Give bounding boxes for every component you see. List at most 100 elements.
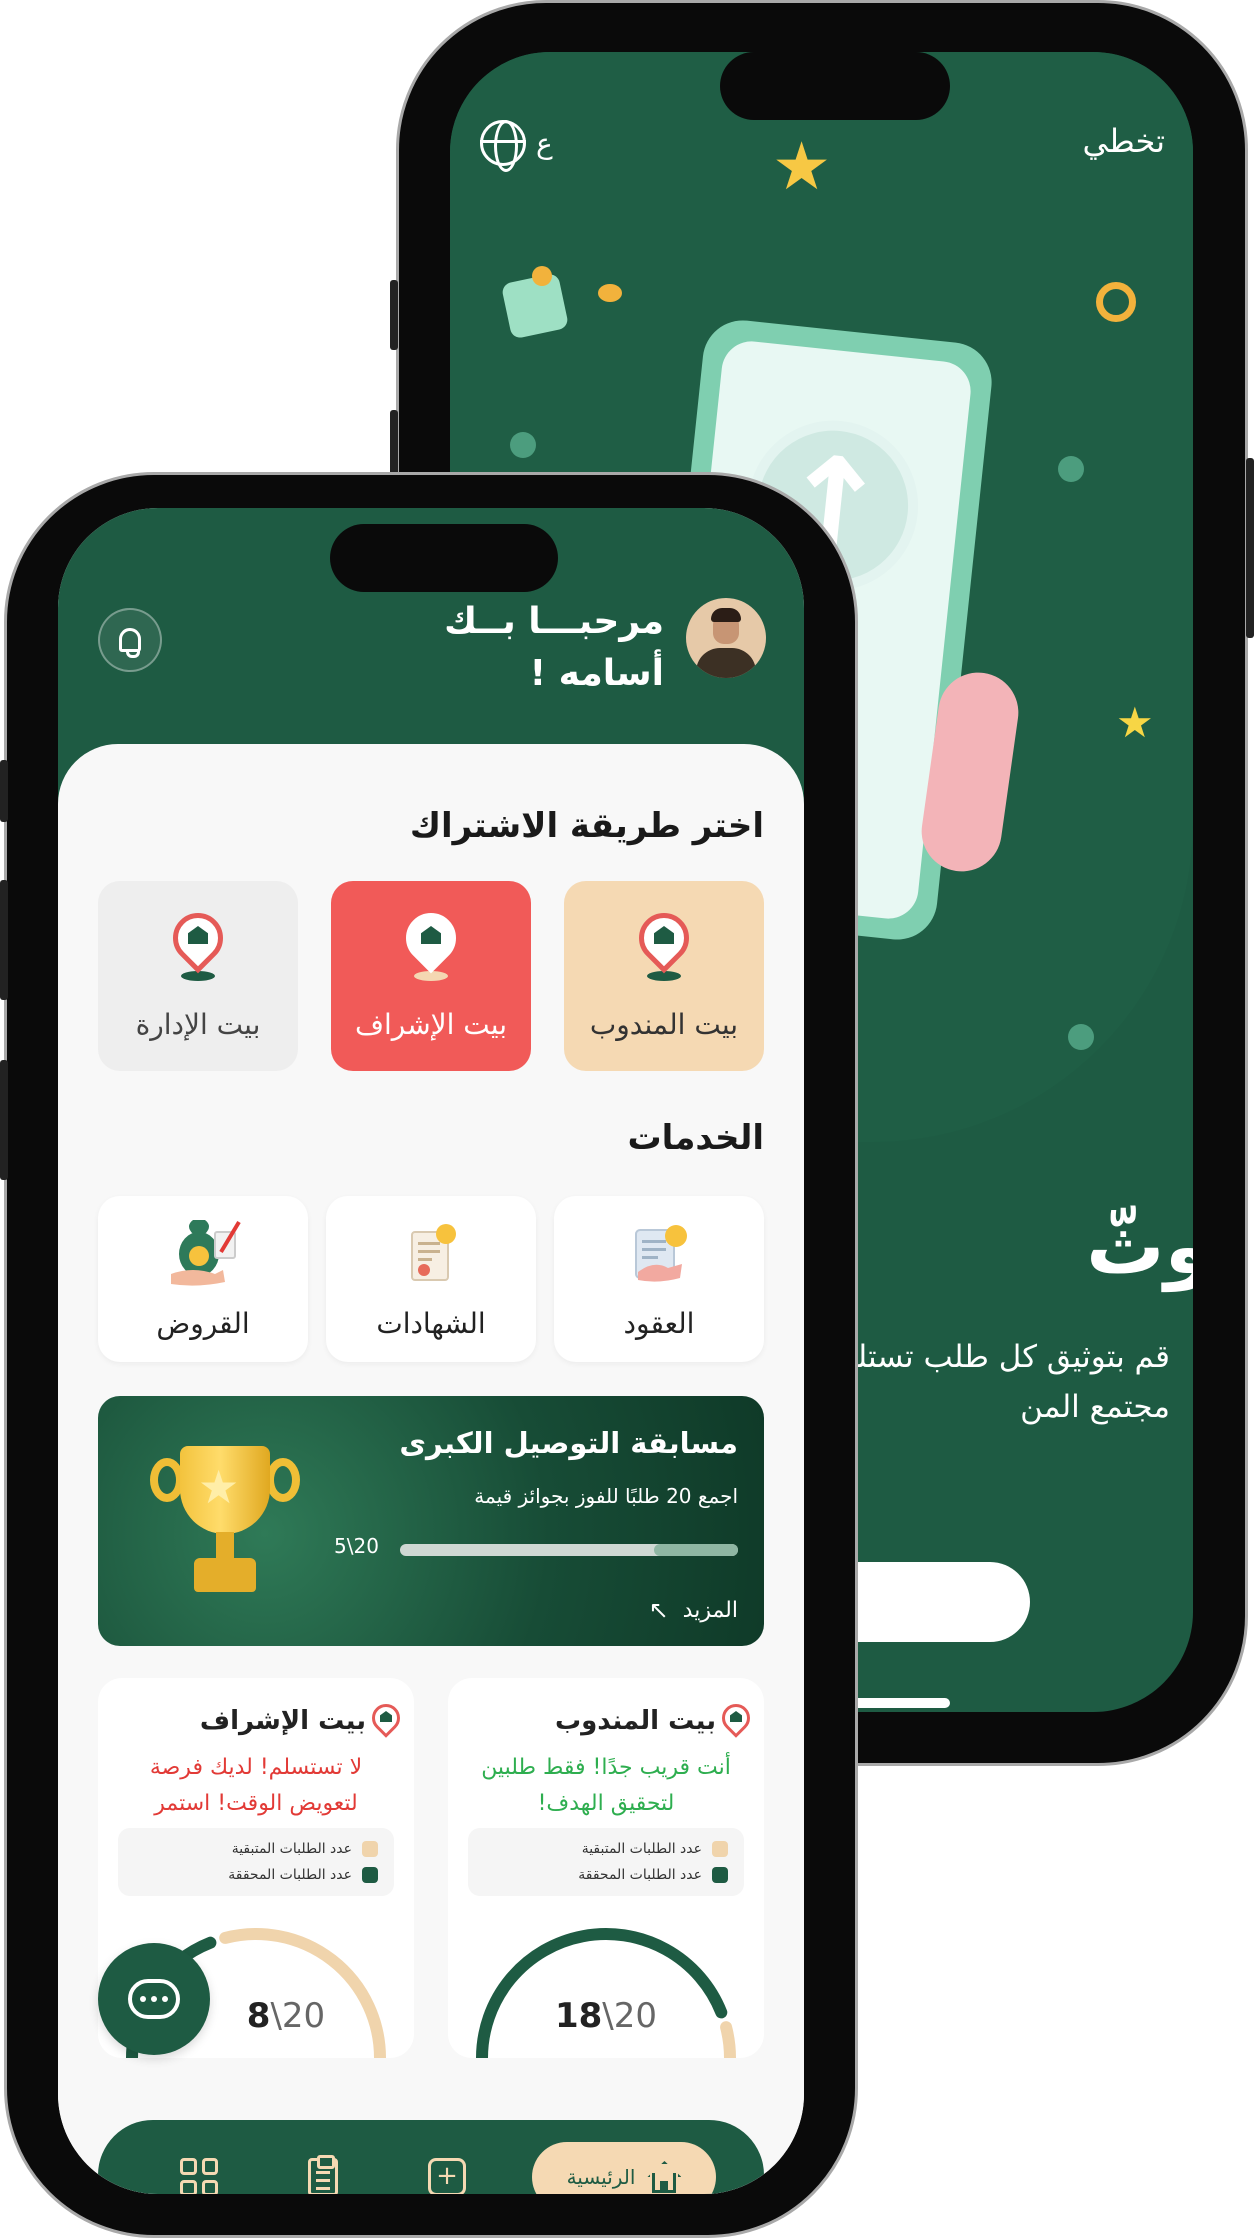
subscription-option-agent-house[interactable]: بيت المندوب — [564, 881, 764, 1071]
trophy-stem — [216, 1532, 234, 1560]
greeting-line: مرحبـــا بــك — [444, 601, 664, 642]
legend-swatch — [362, 1841, 378, 1857]
stat-card-agent-house: بيت المندوب أنت قريب جدًا! فقط طلبين لتح… — [448, 1678, 764, 2058]
chat-dot — [151, 1996, 157, 2002]
contract-handshake-icon — [635, 1225, 687, 1282]
trophy-star: ★ — [198, 1460, 240, 1514]
avatar[interactable] — [686, 598, 766, 678]
stat-card-message-line: أنت قريب جدًا! فقط طلبين — [481, 1755, 731, 1780]
service-contracts[interactable]: العقود — [554, 1196, 764, 1362]
legend-item-achieved: عدد الطلبات المحققة — [484, 1862, 728, 1888]
location-pin-icon — [395, 902, 467, 981]
greeting: مرحبـــا بــك أسامه ! — [444, 596, 664, 700]
front-phone-volume-button — [0, 1060, 8, 1180]
grid-cell — [201, 2158, 218, 2175]
back-phone-volume-button — [390, 280, 398, 350]
location-pin-icon — [162, 902, 234, 981]
back-phone-volume-button — [390, 410, 398, 480]
stat-card-message-line: لتحقيق الهدف! — [537, 1791, 675, 1816]
avatar-hair — [711, 608, 741, 622]
legend-swatch — [712, 1841, 728, 1857]
certificate-icon — [411, 1224, 456, 1281]
ring-decoration — [1096, 282, 1136, 322]
subscription-option-supervision-house[interactable]: بيت الإشراف — [331, 881, 531, 1071]
competition-title: مسابقة التوصيل الكبرى — [399, 1426, 738, 1460]
legend-label: عدد الطلبات المحققة — [578, 1867, 702, 1883]
stat-card-message: لا تستسلم! لديك فرصة لتعويض الوقت! استمر — [118, 1750, 394, 1822]
legend-swatch — [362, 1867, 378, 1883]
back-phone-side-button — [1246, 458, 1254, 638]
clipboard-line — [316, 2179, 330, 2182]
service-loans[interactable]: القروض — [98, 1196, 308, 1362]
notifications-button[interactable] — [98, 608, 162, 672]
chat-dot — [140, 1996, 146, 2002]
star-icon: ★ — [1116, 698, 1154, 747]
subscription-option-management-house[interactable]: بيت الإدارة — [98, 881, 298, 1071]
language-switcher[interactable]: ع — [480, 120, 553, 172]
gauge-value: 18\20 — [448, 1996, 764, 2036]
competition-subtitle: اجمع 20 طلبًا للفوز بجوائز قيمة — [474, 1484, 738, 1508]
bubble-decoration — [1068, 1024, 1094, 1050]
home-icon — [647, 2161, 682, 2193]
gauge-value-total: \20 — [602, 1996, 658, 2036]
bubble-decoration — [1058, 456, 1084, 482]
stat-card-title: بيت الإشراف — [199, 1706, 366, 1736]
services-title: الخدمات — [627, 1118, 764, 1158]
legend-label: عدد الطلبات المتبقية — [231, 1841, 352, 1857]
gauge-value-total: \20 — [270, 1996, 326, 2036]
home-screen: مرحبـــا بــك أسامه ! اختر طريقة الاشترا… — [58, 508, 804, 2194]
service-label: الشهادات — [376, 1307, 486, 1340]
nav-home-label: الرئيسية — [566, 2165, 636, 2189]
legend-item-remaining: عدد الطلبات المتبقية — [484, 1836, 728, 1862]
clipboard-icon[interactable] — [308, 2155, 338, 2194]
bottom-navigation: الرئيسية + — [98, 2120, 764, 2194]
subscription-option-label: بيت المندوب — [589, 1008, 739, 1041]
subscription-option-label: بيت الإشراف — [354, 1008, 508, 1041]
language-label: ع — [536, 126, 553, 160]
stat-legend: عدد الطلبات المتبقية عدد الطلبات المحققة — [468, 1828, 744, 1896]
back-phone-notch — [720, 52, 950, 120]
nav-home[interactable]: الرئيسية — [532, 2142, 716, 2194]
arrow-up-left-icon: ↖ — [648, 1596, 669, 1624]
avatar-body — [696, 648, 756, 678]
chat-bubble-icon — [128, 1979, 180, 2019]
competition-banner[interactable]: ★ مسابقة التوصيل الكبرى اجمع 20 طلبًا لل… — [98, 1396, 764, 1646]
legend-item-achieved: عدد الطلبات المحققة — [134, 1862, 378, 1888]
globe-icon — [480, 120, 526, 172]
legend-label: عدد الطلبات المتبقية — [581, 1841, 702, 1857]
service-certificates[interactable]: الشهادات — [326, 1196, 536, 1362]
mockup-stage: تخطي ع ★ ★ ↑ وثّ قم بتوثيق كل طلب تستلم … — [0, 0, 1254, 2238]
trophy-handle — [150, 1458, 184, 1502]
front-phone-mute-switch — [0, 760, 8, 822]
star-icon: ★ — [772, 128, 832, 205]
clipboard-line — [316, 2171, 330, 2174]
grid-cell — [180, 2158, 197, 2175]
subscription-title: اختر طريقة الاشتراك — [409, 806, 764, 846]
coin-decoration — [598, 284, 622, 302]
legend-item-remaining: عدد الطلبات المتبقية — [134, 1836, 378, 1862]
home-door — [660, 2181, 669, 2193]
chat-button[interactable] — [98, 1943, 210, 2055]
bubble-decoration — [510, 432, 536, 458]
more-label: المزيد — [682, 1597, 738, 1623]
competition-progress-count: 5\20 — [334, 1534, 379, 1558]
grid-icon[interactable] — [180, 2158, 218, 2194]
location-pin-icon — [716, 1698, 756, 1738]
clipboard-line — [316, 2187, 330, 2190]
trophy-base — [194, 1558, 256, 1592]
service-label: العقود — [623, 1307, 695, 1340]
subscription-option-label: بيت الإدارة — [135, 1008, 261, 1041]
competition-progress-fill — [653, 1544, 738, 1556]
competition-progress-bar — [400, 1544, 738, 1556]
location-pin-icon — [366, 1698, 406, 1738]
bell-icon — [119, 628, 141, 658]
gauge-value-achieved: 18 — [554, 1996, 603, 2036]
more-link[interactable]: المزيد ↖ — [649, 1596, 738, 1624]
stat-card-title: بيت المندوب — [555, 1706, 716, 1736]
add-icon[interactable]: + — [428, 2158, 466, 2194]
skip-button[interactable]: تخطي — [1083, 122, 1165, 160]
gauge-value-achieved: 8 — [246, 1996, 271, 2036]
money-bag-icon — [171, 1220, 241, 1286]
coin-decoration — [532, 266, 552, 286]
grid-cell — [201, 2179, 218, 2194]
